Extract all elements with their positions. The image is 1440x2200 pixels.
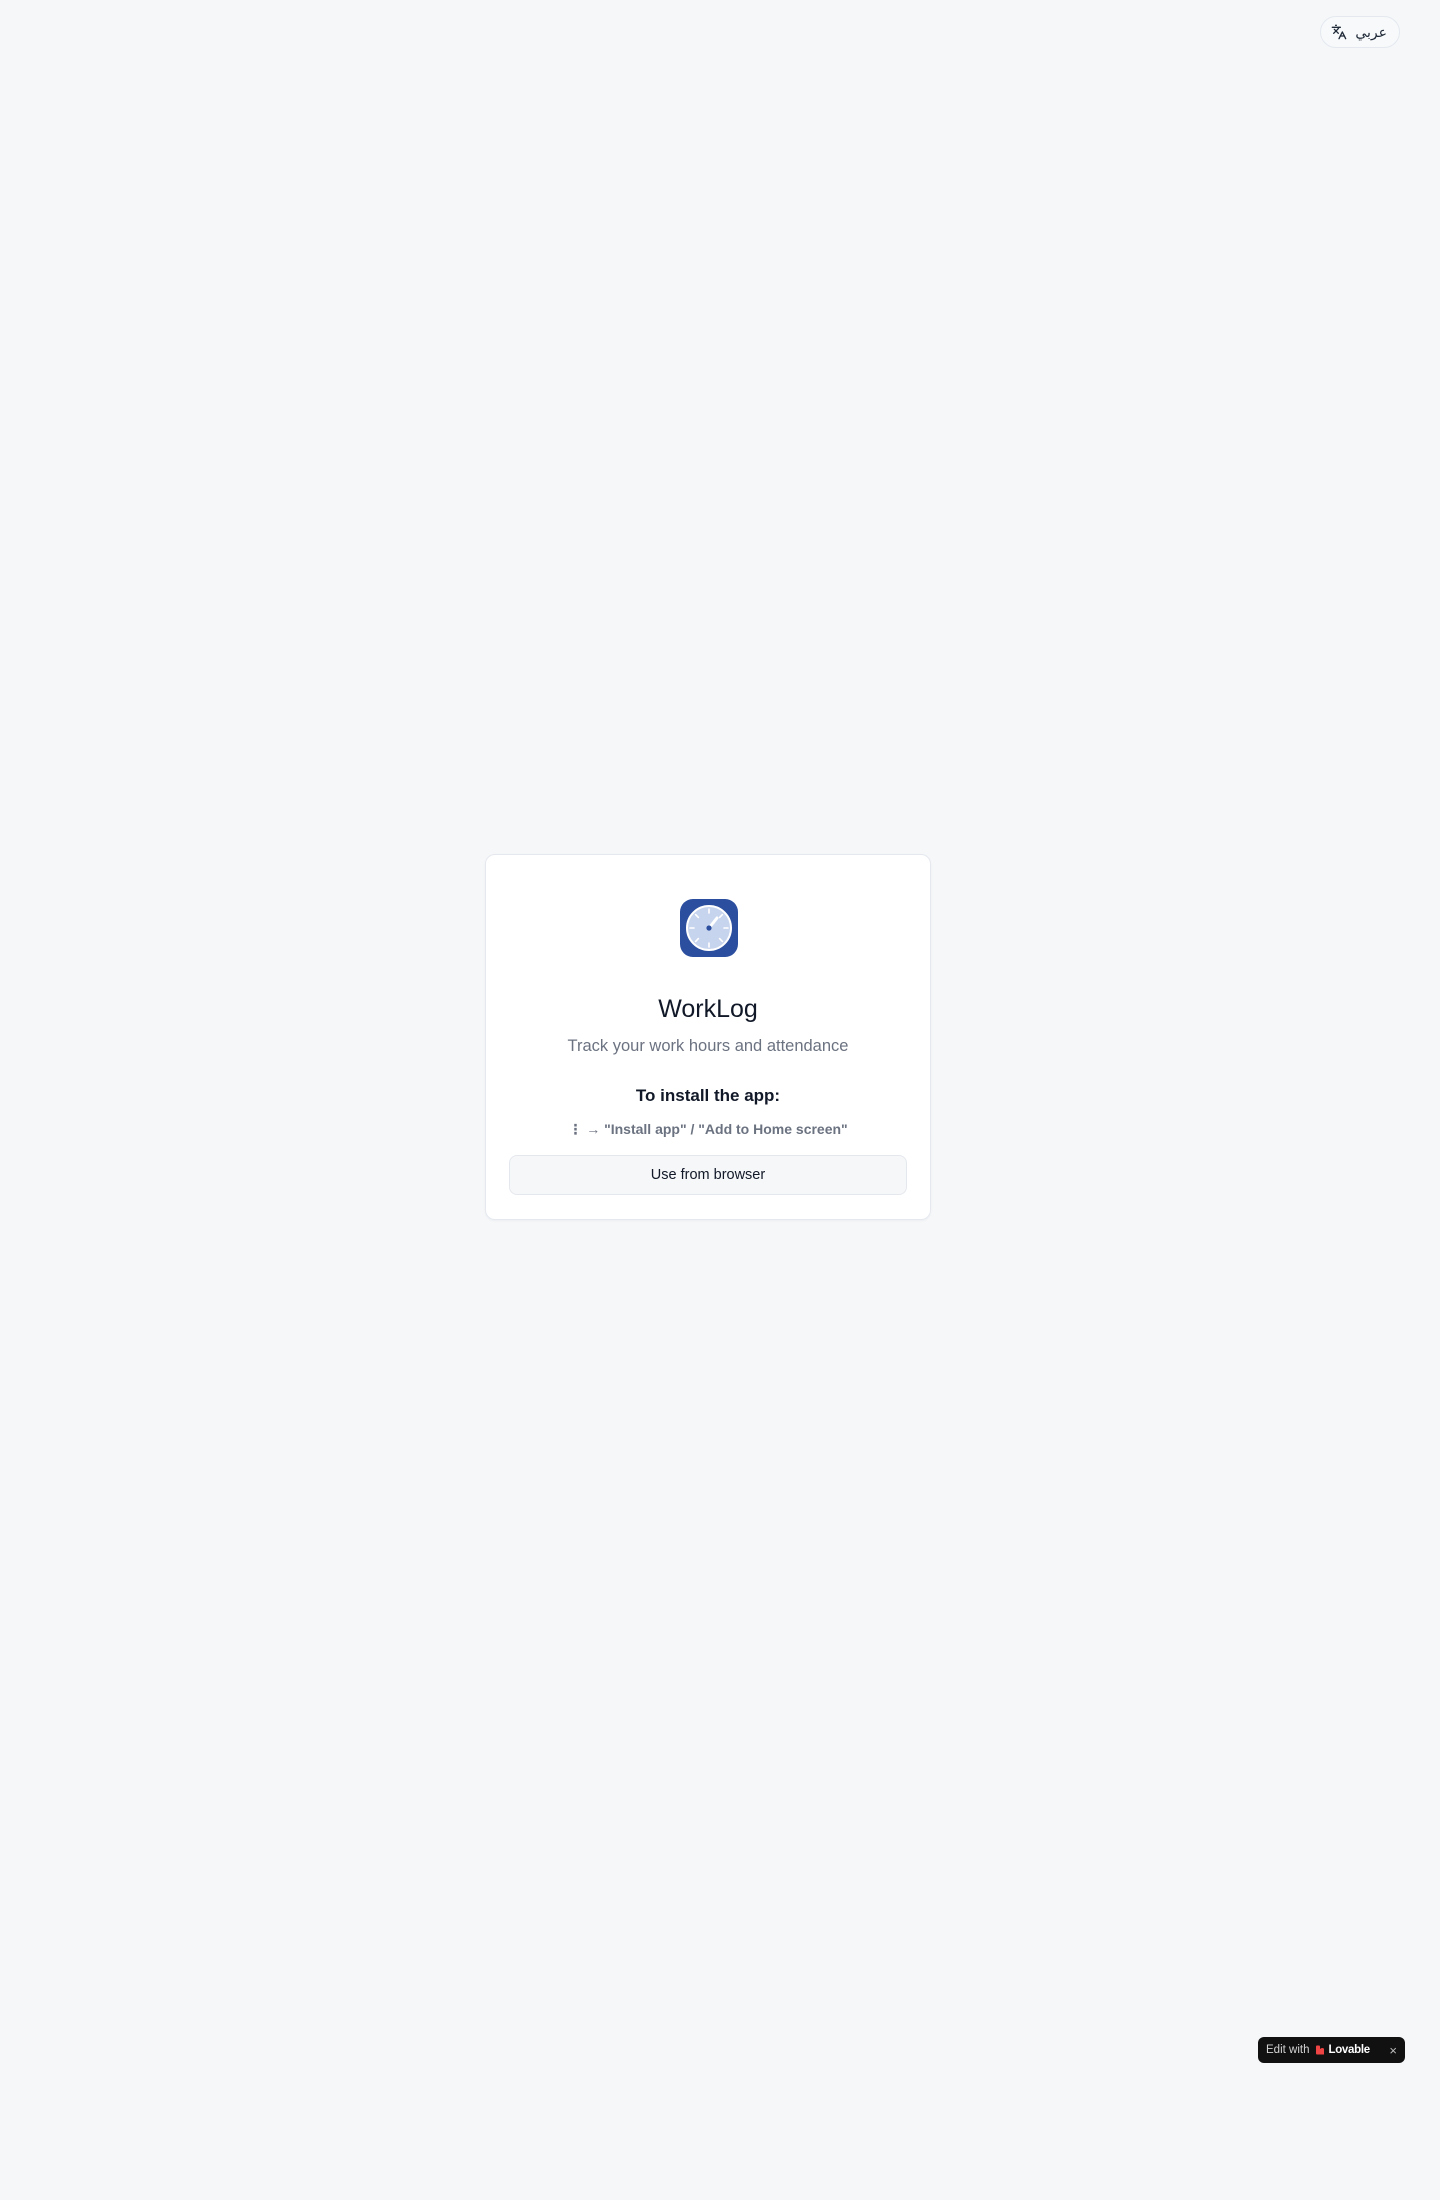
badge-prefix: Edit with bbox=[1266, 2044, 1310, 2056]
close-icon[interactable]: × bbox=[1389, 2044, 1397, 2057]
badge-brand: Lovable bbox=[1328, 2044, 1370, 2056]
lovable-heart-icon bbox=[1315, 2045, 1325, 2055]
install-instructions: ⋮ → "Install app" / "Add to Home screen" bbox=[568, 1121, 848, 1137]
clock-icon bbox=[680, 899, 738, 957]
install-heading: To install the app: bbox=[635, 1086, 781, 1105]
app-subtitle: Track your work hours and attendance bbox=[567, 1037, 849, 1055]
edit-with-lovable-badge[interactable]: Edit with Lovable × bbox=[1258, 2037, 1405, 2063]
language-toggle-label: عربي bbox=[1355, 23, 1387, 40]
use-from-browser-button[interactable]: Use from browser bbox=[509, 1155, 907, 1195]
app-title: WorkLog bbox=[658, 995, 758, 1023]
install-card: WorkLog Track your work hours and attend… bbox=[485, 854, 931, 1220]
translate-icon bbox=[1331, 24, 1347, 40]
language-toggle-button[interactable]: عربي bbox=[1320, 16, 1400, 48]
